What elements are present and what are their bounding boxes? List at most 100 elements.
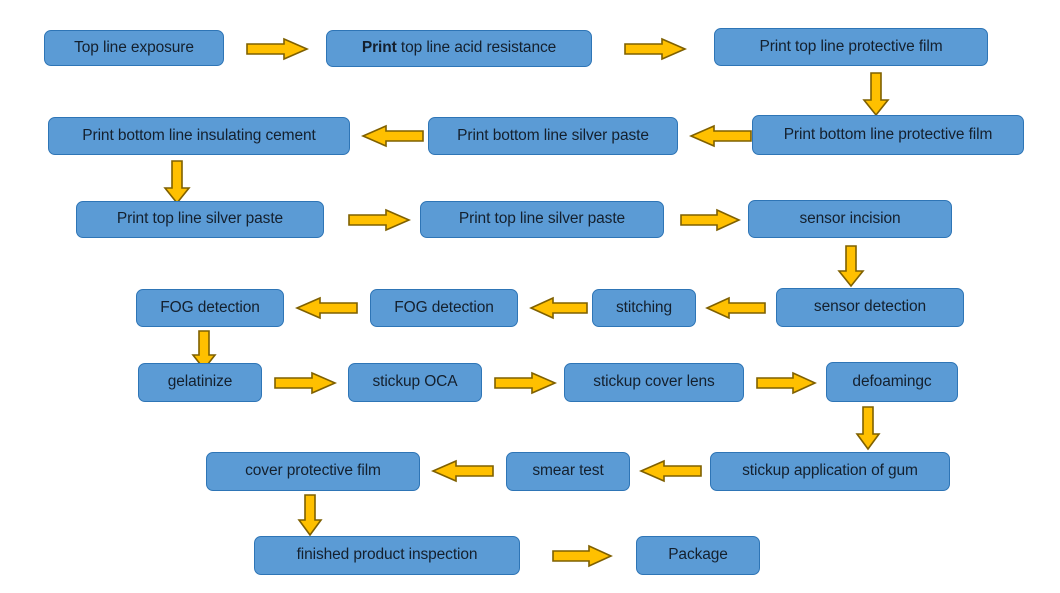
arrow-down-n9-n10 bbox=[837, 245, 865, 288]
arrow-right-icon bbox=[274, 371, 338, 395]
process-node-print-bottom-line-protective-film[interactable]: Print bottom line protective film bbox=[752, 115, 1024, 155]
arrow-down-icon bbox=[163, 160, 191, 205]
arrow-left-n19-n20 bbox=[430, 459, 494, 483]
process-node-finished-product-inspection[interactable]: finished product inspection bbox=[254, 536, 520, 575]
node-label-rest: sensor detection bbox=[813, 298, 927, 316]
arrow-right-n15-n16 bbox=[494, 371, 558, 395]
arrow-left-n11-n13 bbox=[529, 296, 588, 320]
process-node-sensor-incision[interactable]: sensor incision bbox=[748, 200, 952, 238]
node-label-rest: smear test bbox=[532, 462, 604, 480]
node-label: Print top line silver paste bbox=[459, 211, 625, 227]
arrow-down-icon bbox=[837, 245, 865, 288]
node-label: Print top line acid resistance bbox=[362, 40, 556, 56]
arrow-left-icon bbox=[529, 296, 588, 320]
process-node-print-top-line-silver-paste-1[interactable]: Print top line silver paste bbox=[76, 201, 324, 238]
process-node-top-line-exposure[interactable]: Top line exposure bbox=[44, 30, 224, 66]
arrow-left-n4-n5 bbox=[688, 124, 752, 148]
node-label-lead: Print bbox=[361, 39, 397, 57]
process-node-stickup-application-of-gum[interactable]: stickup application of gum bbox=[710, 452, 950, 491]
node-label-rest: Print bottom line protective film bbox=[783, 125, 993, 143]
arrow-right-icon bbox=[246, 37, 310, 61]
process-node-print-bottom-line-insulating-cement[interactable]: Print bottom line insulating cement bbox=[48, 117, 350, 155]
node-label: sensor incision bbox=[799, 209, 901, 227]
process-node-sensor-detection[interactable]: sensor detection bbox=[776, 288, 964, 327]
process-node-stickup-cover-lens[interactable]: stickup cover lens bbox=[564, 363, 744, 402]
node-label-rest: stitching bbox=[616, 298, 672, 316]
arrow-right-n1-n2 bbox=[246, 37, 310, 61]
flowchart-canvas: Top line exposure Print top line acid re… bbox=[0, 0, 1060, 593]
node-label: stitching bbox=[616, 298, 672, 316]
arrow-right-n7-n8 bbox=[348, 208, 412, 232]
process-node-package[interactable]: Package bbox=[636, 536, 760, 575]
node-label-rest: FOG detection bbox=[394, 298, 494, 316]
arrow-left-n5-n6 bbox=[360, 124, 424, 148]
process-node-print-top-line-silver-paste-2[interactable]: Print top line silver paste bbox=[420, 201, 664, 238]
node-label-rest: finished product inspection bbox=[296, 546, 478, 564]
arrow-down-icon bbox=[855, 406, 881, 451]
arrow-right-n21-n22 bbox=[552, 544, 613, 568]
node-label: stickup OCA bbox=[372, 374, 457, 390]
arrow-left-icon bbox=[360, 124, 424, 148]
arrow-right-n8-n9 bbox=[680, 208, 741, 232]
node-label: FOG detection bbox=[394, 298, 494, 316]
arrow-left-icon bbox=[688, 124, 752, 148]
process-node-stickup-oca[interactable]: stickup OCA bbox=[348, 363, 482, 402]
node-label: stickup cover lens bbox=[593, 374, 714, 390]
node-label-rest: Print bottom line insulating cement bbox=[82, 126, 316, 144]
process-node-defoamingc[interactable]: defoamingc bbox=[826, 362, 958, 402]
arrow-right-icon bbox=[624, 37, 688, 61]
arrow-left-n10-n11 bbox=[705, 296, 766, 320]
node-label-rest: Print top line silver paste bbox=[116, 210, 284, 228]
process-node-fog-detection-2[interactable]: FOG detection bbox=[370, 289, 518, 327]
node-label: cover protective film bbox=[245, 463, 381, 479]
node-label-rest: stickup OCA bbox=[372, 373, 458, 391]
node-label-rest: Print top line silver paste bbox=[458, 210, 626, 228]
arrow-right-n2-n3 bbox=[624, 37, 688, 61]
arrow-left-icon bbox=[430, 459, 494, 483]
node-label-rest: stickup cover lens bbox=[593, 373, 715, 391]
node-label: gelatinize bbox=[168, 374, 233, 390]
node-label-rest: Package bbox=[668, 546, 728, 564]
node-label: Print top line protective film bbox=[759, 37, 943, 55]
arrow-left-n13-n12 bbox=[294, 296, 358, 320]
arrow-down-n17-n18 bbox=[855, 406, 881, 451]
arrow-right-icon bbox=[494, 371, 558, 395]
arrow-right-icon bbox=[756, 371, 817, 395]
process-node-print-top-line-acid-resistance[interactable]: Print top line acid resistance bbox=[326, 30, 592, 67]
arrow-right-icon bbox=[680, 208, 741, 232]
node-label-rest: sensor incision bbox=[799, 209, 901, 227]
process-node-print-top-line-protective-film[interactable]: Print top line protective film bbox=[714, 28, 988, 66]
node-label-rest: stickup application of gum bbox=[742, 462, 918, 480]
arrow-right-n16-n17 bbox=[756, 371, 817, 395]
arrow-down-n3-n4 bbox=[862, 72, 890, 117]
node-label: Print bottom line protective film bbox=[783, 125, 993, 143]
process-node-smear-test[interactable]: smear test bbox=[506, 452, 630, 491]
node-label: finished product inspection bbox=[297, 547, 478, 563]
process-node-gelatinize[interactable]: gelatinize bbox=[138, 363, 262, 402]
arrow-left-icon bbox=[705, 296, 766, 320]
node-label-rest: Print bottom line silver paste bbox=[457, 126, 649, 144]
arrow-left-icon bbox=[638, 459, 702, 483]
arrow-right-n14-n15 bbox=[274, 371, 338, 395]
node-label-rest: top line acid resistance bbox=[396, 39, 557, 57]
arrow-left-n18-n19 bbox=[638, 459, 702, 483]
node-label-rest: Top line exposure bbox=[74, 38, 194, 56]
node-label: Top line exposure bbox=[74, 38, 194, 56]
node-label-rest: cover protective film bbox=[245, 462, 381, 480]
node-label: Package bbox=[668, 547, 728, 563]
arrow-left-icon bbox=[294, 296, 358, 320]
node-label: Print bottom line silver paste bbox=[457, 126, 649, 144]
process-node-cover-protective-film[interactable]: cover protective film bbox=[206, 452, 420, 491]
node-label-rest: defoamingc bbox=[852, 372, 932, 390]
node-label: Print top line silver paste bbox=[117, 211, 283, 227]
process-node-fog-detection-1[interactable]: FOG detection bbox=[136, 289, 284, 327]
node-label-rest: Print top line protective film bbox=[759, 37, 943, 55]
arrow-down-n20-n21 bbox=[297, 494, 323, 537]
process-node-stitching[interactable]: stitching bbox=[592, 289, 696, 327]
process-node-print-bottom-line-silver-paste[interactable]: Print bottom line silver paste bbox=[428, 117, 678, 155]
node-label: defoamingc bbox=[852, 372, 932, 390]
node-label-rest: FOG detection bbox=[160, 298, 260, 316]
arrow-down-icon bbox=[862, 72, 890, 117]
node-label: sensor detection bbox=[814, 299, 926, 315]
arrow-down-icon bbox=[297, 494, 323, 537]
